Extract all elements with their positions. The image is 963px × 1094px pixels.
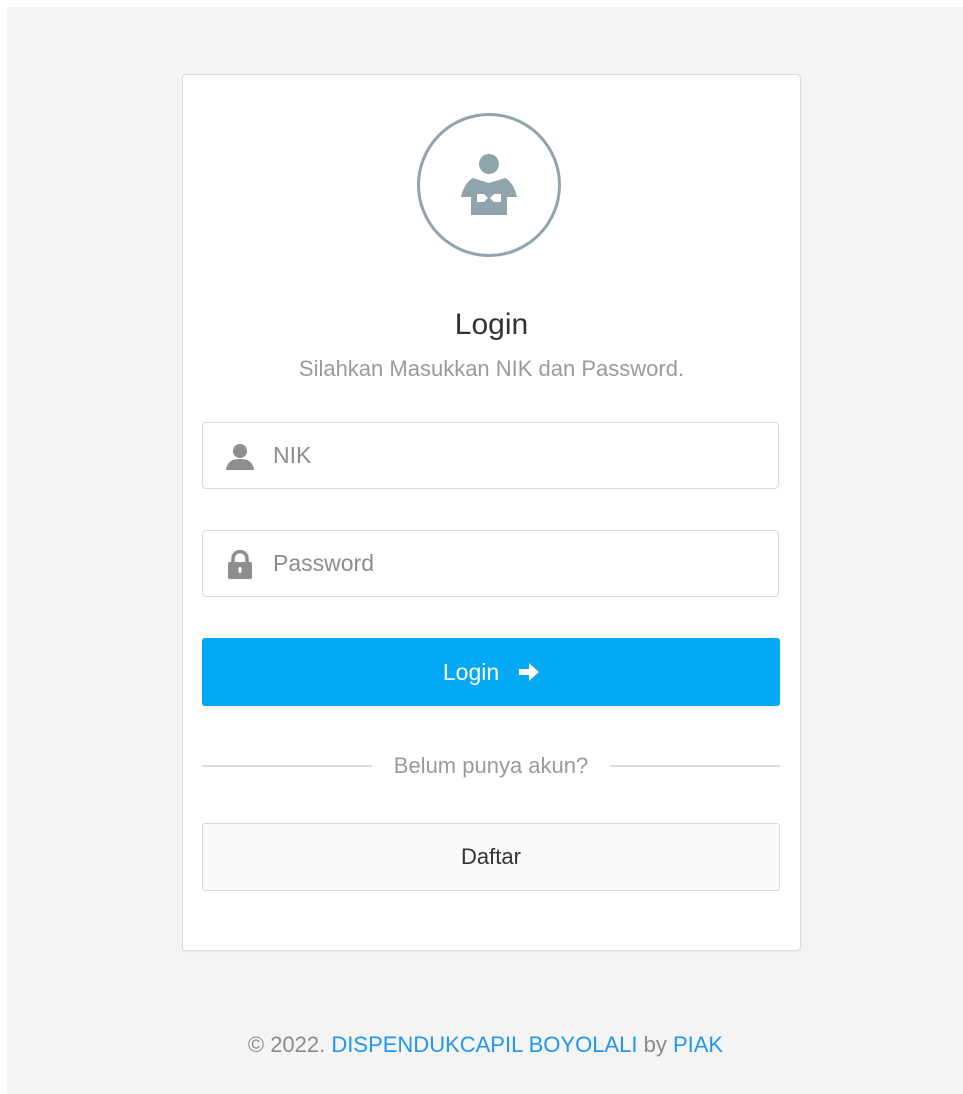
page-background: Login Silahkan Masukkan NIK dan Password… (7, 7, 963, 1094)
register-divider: Belum punya akun? (202, 748, 780, 784)
divider-line-right (610, 765, 780, 767)
password-field[interactable] (202, 530, 779, 597)
divider-line-left (202, 765, 372, 767)
footer: © 2022. DISPENDUKCAPIL BOYOLALI by PIAK (7, 1032, 963, 1058)
register-button-label: Daftar (461, 844, 521, 869)
password-input[interactable] (273, 531, 763, 596)
footer-org-link[interactable]: DISPENDUKCAPIL BOYOLALI (331, 1032, 637, 1057)
nik-input[interactable] (273, 423, 763, 488)
login-card: Login Silahkan Masukkan NIK dan Password… (182, 74, 801, 951)
footer-copyright: © 2022. (247, 1032, 326, 1057)
register-prompt: Belum punya akun? (393, 753, 589, 778)
arrow-right-icon (519, 663, 540, 681)
nik-field[interactable] (202, 422, 779, 489)
login-button-label: Login (442, 658, 500, 685)
login-title: Login (454, 308, 529, 341)
footer-author-link[interactable]: PIAK (673, 1032, 723, 1057)
lock-icon (225, 550, 255, 579)
login-button[interactable]: Login (202, 638, 780, 706)
login-subtitle: Silahkan Masukkan NIK dan Password. (298, 356, 685, 381)
footer-by: by (643, 1032, 667, 1057)
user-icon (225, 443, 255, 471)
reader-icon (461, 154, 517, 215)
register-button[interactable]: Daftar (202, 823, 780, 891)
logo (417, 113, 561, 257)
